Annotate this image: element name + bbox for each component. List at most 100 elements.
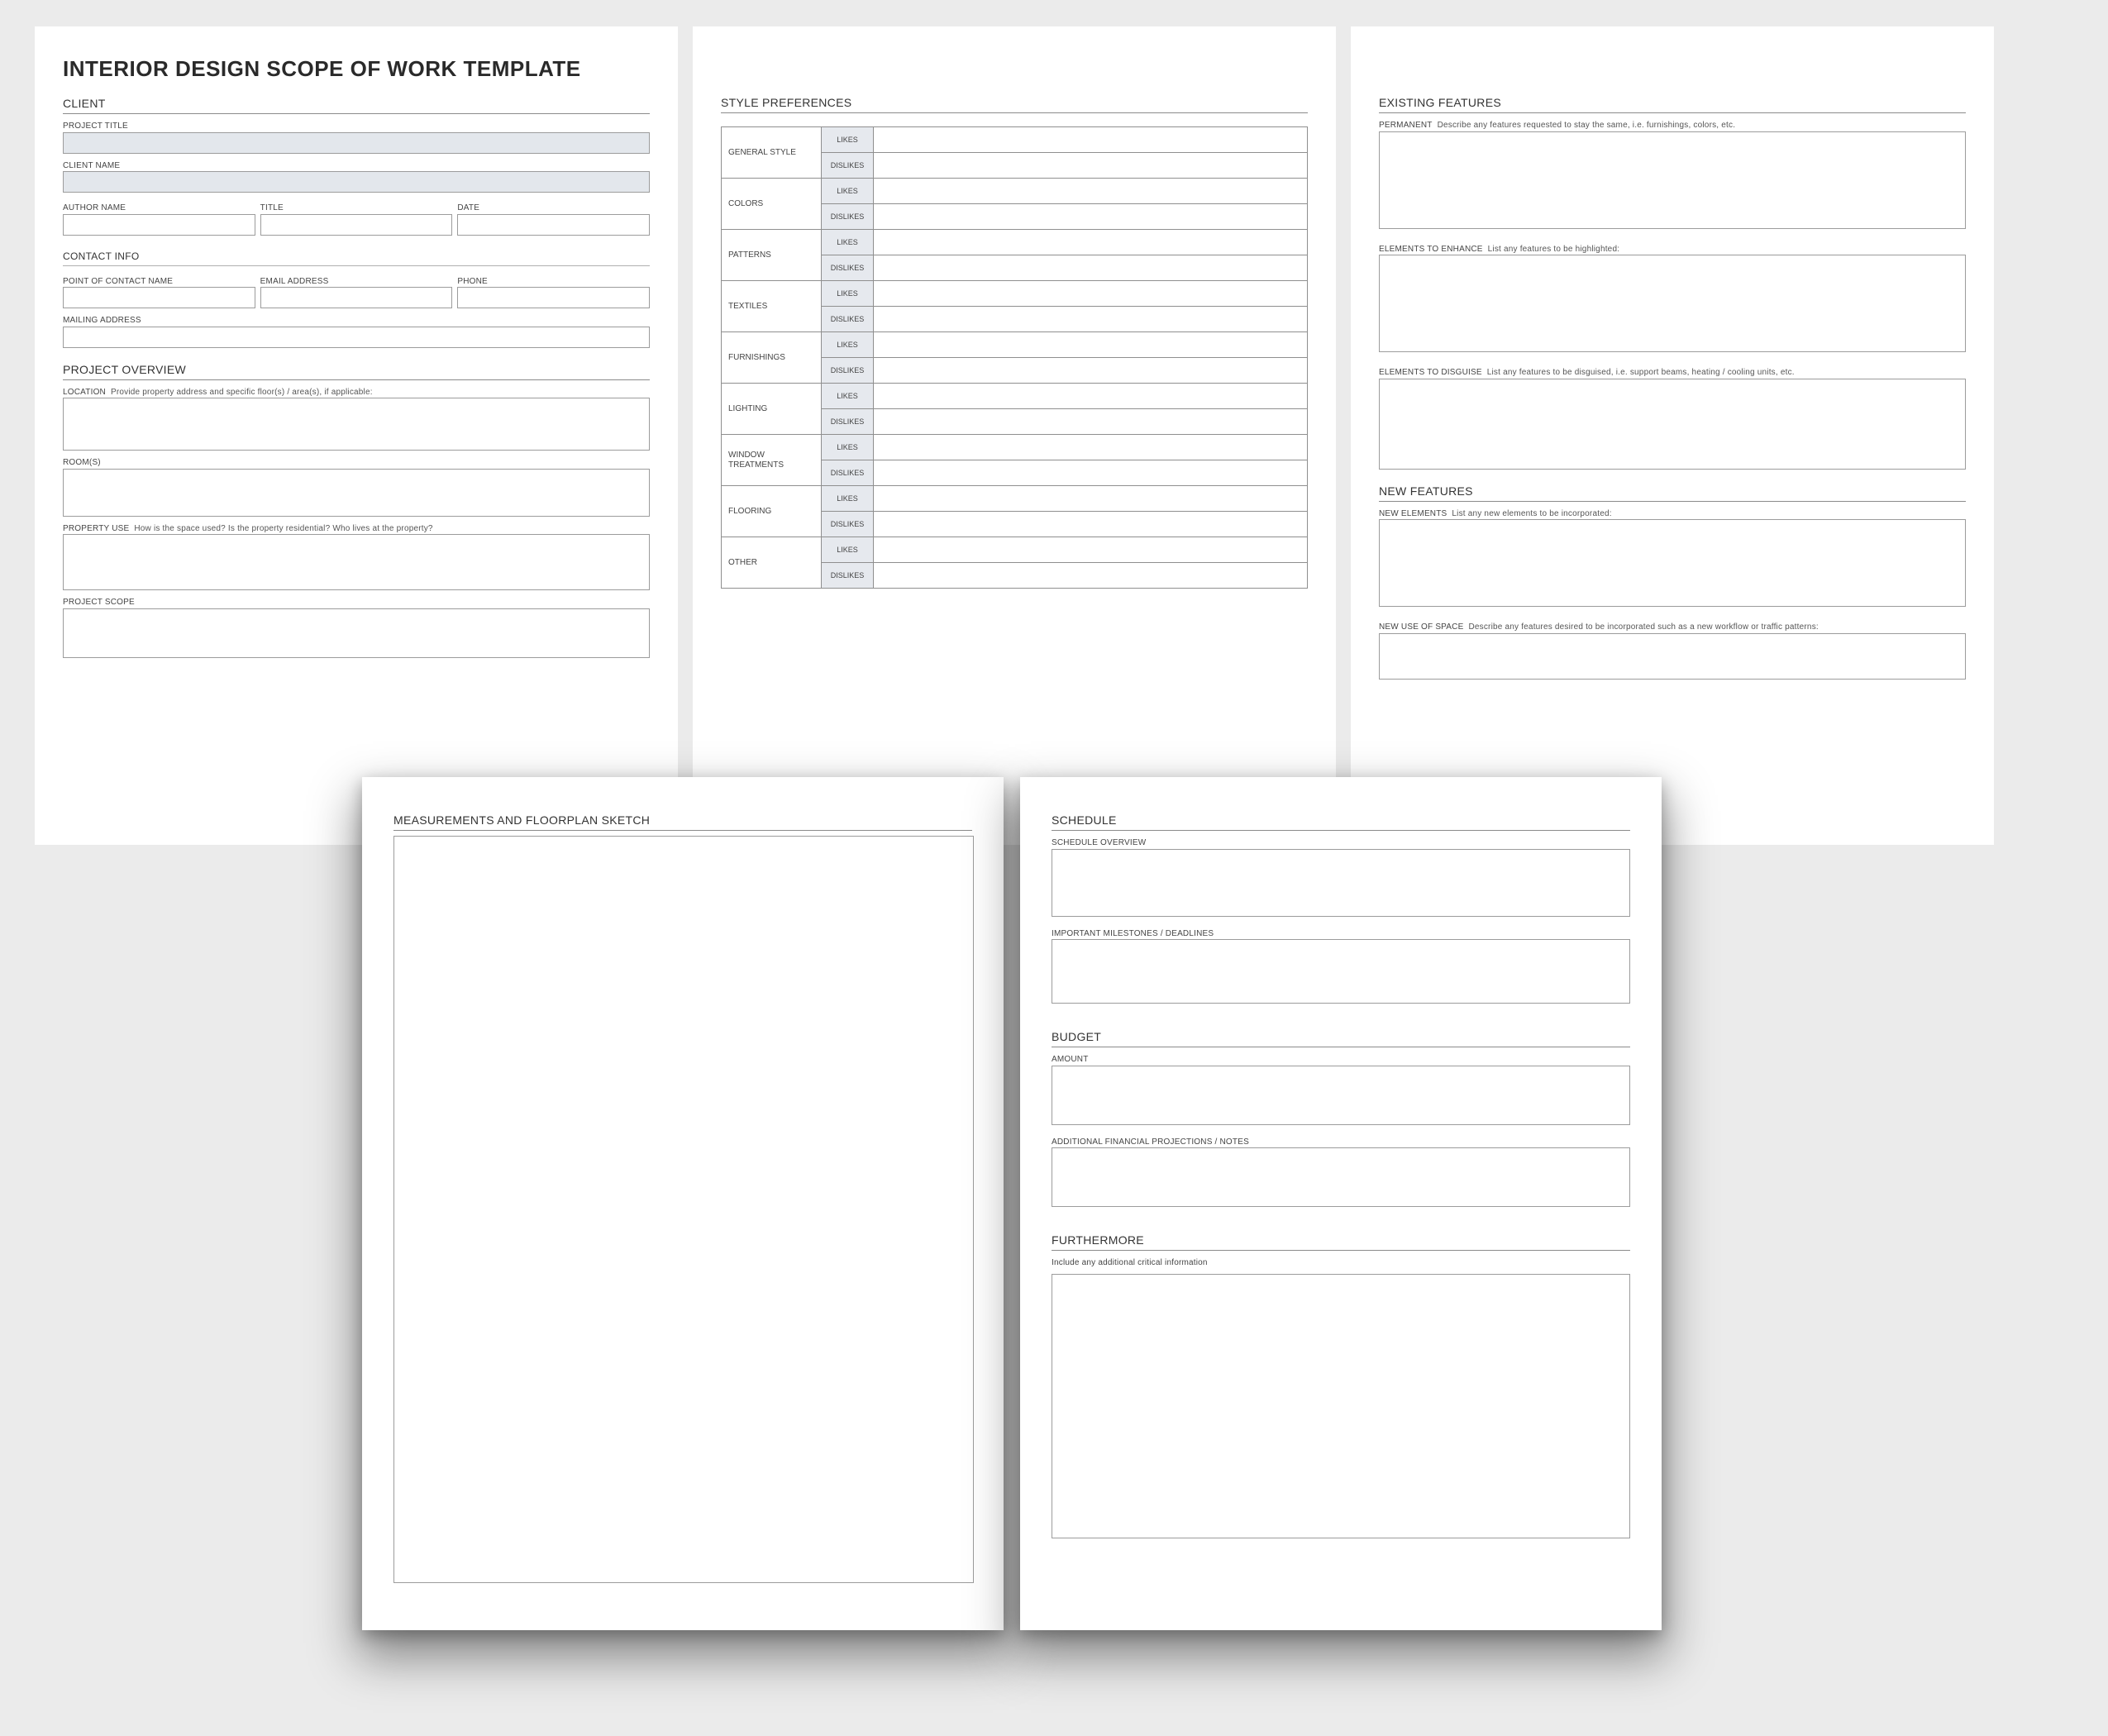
pref-likes-input[interactable]: [874, 537, 1308, 563]
input-project-scope[interactable]: [63, 608, 650, 658]
input-rooms[interactable]: [63, 469, 650, 517]
pref-dislikes-input[interactable]: [874, 307, 1308, 332]
input-client-name[interactable]: [63, 171, 650, 193]
style-preferences-table: GENERAL STYLELIKESDISLIKESCOLORSLIKESDIS…: [721, 126, 1308, 589]
input-disguise[interactable]: [1379, 379, 1966, 470]
input-author-name[interactable]: [63, 214, 255, 236]
section-rule: [1379, 501, 1966, 502]
label-title: TITLE: [260, 203, 453, 214]
section-contact: CONTACT INFO: [63, 250, 650, 262]
input-furthermore[interactable]: [1052, 1274, 1630, 1538]
pref-dislikes-label: DISLIKES: [822, 307, 874, 332]
section-style-prefs: STYLE PREFERENCES: [721, 96, 1308, 109]
pref-dislikes-input[interactable]: [874, 255, 1308, 281]
pref-dislikes-input[interactable]: [874, 460, 1308, 486]
label-client-name: CLIENT NAME: [63, 160, 650, 172]
pref-category: FLOORING: [722, 486, 822, 537]
label-rooms: ROOM(S): [63, 457, 650, 469]
label-date: DATE: [457, 203, 650, 214]
input-title[interactable]: [260, 214, 453, 236]
page-4: MEASUREMENTS AND FLOORPLAN SKETCH: [362, 777, 1004, 1630]
section-measurements: MEASUREMENTS AND FLOORPLAN SKETCH: [393, 813, 972, 827]
section-client: CLIENT: [63, 97, 650, 110]
section-budget: BUDGET: [1052, 1030, 1630, 1043]
input-mailing[interactable]: [63, 327, 650, 348]
pref-likes-label: LIKES: [822, 127, 874, 153]
pref-likes-label: LIKES: [822, 486, 874, 512]
pref-likes-input[interactable]: [874, 127, 1308, 153]
pref-dislikes-input[interactable]: [874, 563, 1308, 589]
pref-dislikes-input[interactable]: [874, 358, 1308, 384]
input-amount[interactable]: [1052, 1066, 1630, 1125]
input-enhance[interactable]: [1379, 255, 1966, 352]
input-milestones[interactable]: [1052, 939, 1630, 1004]
label-project-title: PROJECT TITLE: [63, 121, 650, 132]
pref-dislikes-label: DISLIKES: [822, 255, 874, 281]
page-1: INTERIOR DESIGN SCOPE OF WORK TEMPLATE C…: [35, 26, 678, 845]
input-location[interactable]: [63, 398, 650, 451]
label-schedule-overview: SCHEDULE OVERVIEW: [1052, 837, 1630, 849]
input-permanent[interactable]: [1379, 131, 1966, 229]
pref-dislikes-label: DISLIKES: [822, 409, 874, 435]
section-overview: PROJECT OVERVIEW: [63, 363, 650, 376]
pref-likes-label: LIKES: [822, 332, 874, 358]
pref-dislikes-label: DISLIKES: [822, 204, 874, 230]
input-financial-notes[interactable]: [1052, 1147, 1630, 1207]
input-project-title[interactable]: [63, 132, 650, 154]
pref-likes-input[interactable]: [874, 281, 1308, 307]
pref-category: LIGHTING: [722, 384, 822, 435]
pref-category: COLORS: [722, 179, 822, 230]
canvas: INTERIOR DESIGN SCOPE OF WORK TEMPLATE C…: [0, 0, 2108, 1736]
pref-dislikes-label: DISLIKES: [822, 512, 874, 537]
label-permanent: PERMANENT Describe any features requeste…: [1379, 120, 1966, 131]
pref-dislikes-label: DISLIKES: [822, 153, 874, 179]
input-property-use[interactable]: [63, 534, 650, 590]
input-schedule-overview[interactable]: [1052, 849, 1630, 917]
input-new-elements[interactable]: [1379, 519, 1966, 607]
page-3: EXISTING FEATURES PERMANENT Describe any…: [1351, 26, 1994, 845]
pref-dislikes-label: DISLIKES: [822, 358, 874, 384]
section-new-features: NEW FEATURES: [1379, 484, 1966, 498]
pref-likes-label: LIKES: [822, 384, 874, 409]
pref-likes-input[interactable]: [874, 332, 1308, 358]
pref-dislikes-label: DISLIKES: [822, 460, 874, 486]
input-new-use[interactable]: [1379, 633, 1966, 680]
pref-dislikes-input[interactable]: [874, 409, 1308, 435]
label-property-use: PROPERTY USE How is the space used? Is t…: [63, 523, 650, 535]
input-date[interactable]: [457, 214, 650, 236]
pref-category: TEXTILES: [722, 281, 822, 332]
label-project-scope: PROJECT SCOPE: [63, 597, 650, 608]
pref-dislikes-input[interactable]: [874, 512, 1308, 537]
label-phone: PHONE: [457, 276, 650, 288]
label-email: EMAIL ADDRESS: [260, 276, 453, 288]
section-rule: [63, 113, 650, 114]
section-rule: [1052, 830, 1630, 831]
pref-category: OTHER: [722, 537, 822, 589]
pref-likes-input[interactable]: [874, 435, 1308, 460]
pref-dislikes-input[interactable]: [874, 153, 1308, 179]
pref-dislikes-input[interactable]: [874, 204, 1308, 230]
pref-category: PATTERNS: [722, 230, 822, 281]
section-rule: [393, 830, 972, 831]
input-poc[interactable]: [63, 287, 255, 308]
label-new-use: NEW USE OF SPACE Describe any features d…: [1379, 622, 1966, 633]
label-new-elements: NEW ELEMENTS List any new elements to be…: [1379, 508, 1966, 520]
label-milestones: IMPORTANT MILESTONES / DEADLINES: [1052, 928, 1630, 940]
floorplan-sketch-box[interactable]: [393, 836, 974, 1583]
pref-likes-input[interactable]: [874, 179, 1308, 204]
label-enhance: ELEMENTS TO ENHANCE List any features to…: [1379, 244, 1966, 255]
input-email[interactable]: [260, 287, 453, 308]
pref-likes-label: LIKES: [822, 435, 874, 460]
pref-likes-label: LIKES: [822, 537, 874, 563]
label-author-name: AUTHOR NAME: [63, 203, 255, 214]
section-existing-features: EXISTING FEATURES: [1379, 96, 1966, 109]
pref-likes-input[interactable]: [874, 384, 1308, 409]
input-phone[interactable]: [457, 287, 650, 308]
label-financial-notes: ADDITIONAL FINANCIAL PROJECTIONS / NOTES: [1052, 1137, 1630, 1148]
section-rule: [63, 265, 650, 266]
pref-likes-input[interactable]: [874, 486, 1308, 512]
section-rule: [721, 112, 1308, 113]
page-2: STYLE PREFERENCES GENERAL STYLELIKESDISL…: [693, 26, 1336, 845]
section-furthermore: FURTHERMORE: [1052, 1233, 1630, 1247]
pref-likes-input[interactable]: [874, 230, 1308, 255]
